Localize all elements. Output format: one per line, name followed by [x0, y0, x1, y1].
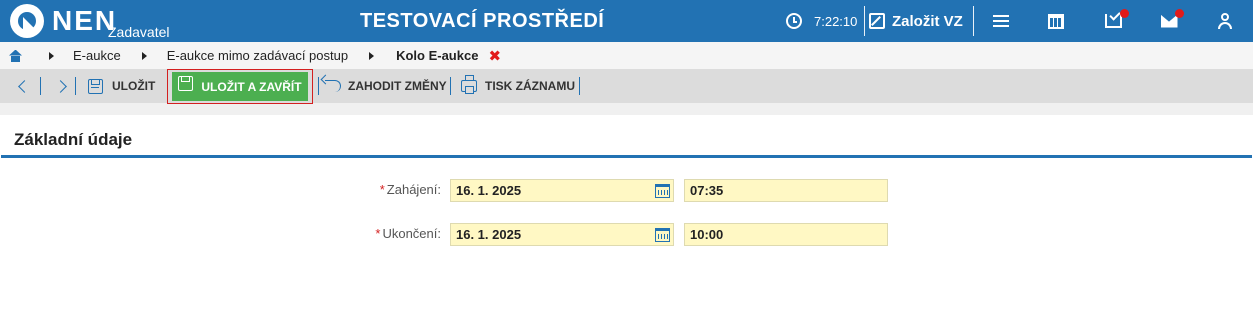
logo-icon	[10, 4, 44, 38]
discard-label: ZAHODIT ZMĚNY	[348, 79, 447, 93]
breadcrumb-item-e-aukce[interactable]: E-aukce	[73, 48, 121, 63]
toolbar-divider	[579, 77, 580, 95]
save-close-label: ULOŽIT A ZAVŘÍT	[201, 79, 302, 94]
toolbar-divider	[450, 77, 451, 95]
forward-button[interactable]	[50, 69, 70, 103]
home-icon[interactable]	[9, 50, 22, 62]
start-label-text: Zahájení:	[386, 182, 441, 197]
start-date-picker-button[interactable]	[652, 179, 673, 202]
save-label: ULOŽIT	[112, 79, 156, 93]
toolbar-divider	[40, 77, 41, 95]
notification-badge	[1175, 9, 1184, 18]
printer-icon	[461, 75, 477, 94]
inbox-button[interactable]	[1093, 0, 1133, 42]
end-label-text: Ukončení:	[382, 226, 441, 241]
chevron-left-icon	[17, 79, 31, 93]
save-and-close-button[interactable]: ULOŽIT A ZAVŘÍT	[172, 72, 308, 101]
save-button[interactable]: ULOŽIT	[88, 69, 155, 103]
toolbar-divider	[75, 77, 76, 95]
user-button[interactable]	[1205, 0, 1245, 42]
nen-logo[interactable]: NEN	[10, 4, 117, 38]
close-tab-icon[interactable]: ✖	[488, 47, 501, 65]
session-time: 7:22:10	[814, 13, 858, 29]
menu-button[interactable]	[981, 0, 1021, 42]
inbox-tray-icon	[1104, 14, 1122, 28]
calendar-icon	[655, 183, 670, 198]
end-date-picker-button[interactable]	[652, 223, 673, 246]
start-date-field[interactable]	[450, 179, 674, 202]
create-tender-label: Založit VZ	[892, 12, 963, 30]
top-bar: NEN Zadavatel TESTOVACÍ PROSTŘEDÍ 7:22:1…	[0, 0, 1253, 42]
floppy-disk-icon	[88, 78, 103, 94]
end-label: * Ukončení:	[241, 226, 441, 241]
breadcrumb-item-e-aukce-mimo[interactable]: E-aukce mimo zadávací postup	[167, 48, 348, 63]
undo-icon	[325, 80, 341, 92]
logo-subtitle: Zadavatel	[108, 24, 170, 40]
header-divider	[864, 6, 865, 36]
session-timer: 7:22:10	[786, 0, 857, 42]
breadcrumb-arrow-icon	[369, 51, 375, 60]
user-icon	[1218, 13, 1232, 29]
create-tender-button[interactable]: Založit VZ	[869, 0, 963, 42]
edit-icon	[869, 13, 885, 29]
breadcrumb-arrow-icon	[141, 51, 147, 60]
toolbar-divider	[318, 77, 319, 95]
required-mark: *	[375, 226, 381, 241]
breadcrumb: E-aukce E-aukce mimo zadávací postup Kol…	[0, 42, 1253, 69]
breadcrumb-current: Kolo E-aukce	[396, 48, 479, 63]
print-record-button[interactable]: TISK ZÁZNAMU	[461, 69, 575, 103]
required-mark: *	[379, 182, 385, 197]
back-button[interactable]	[14, 69, 34, 103]
start-time-field[interactable]	[684, 179, 888, 202]
end-time-field[interactable]	[684, 223, 888, 246]
basic-info-panel: Základní údaje *Zahájení: *Ukončení:	[0, 115, 1253, 324]
discard-changes-button[interactable]: ZAHODIT ZMĚNY	[325, 69, 447, 103]
breadcrumb-arrow-icon	[49, 51, 54, 60]
save-close-highlight: ULOŽIT A ZAVŘÍT	[167, 69, 313, 104]
chevron-right-icon	[53, 79, 67, 93]
print-label: TISK ZÁZNAMU	[485, 79, 575, 93]
environment-title: TESTOVACÍ PROSTŘEDÍ	[360, 10, 605, 32]
end-date-field[interactable]	[450, 223, 674, 246]
calendar-icon	[1048, 13, 1064, 29]
calendar-icon	[655, 227, 670, 242]
messages-button[interactable]	[1149, 0, 1189, 42]
calendar-button[interactable]	[1036, 0, 1076, 42]
section-title: Základní údaje	[14, 130, 133, 149]
start-label: * Zahájení:	[241, 182, 441, 197]
section-underline	[1, 155, 1252, 158]
notification-badge	[1120, 9, 1129, 18]
floppy-disk-icon	[178, 76, 194, 91]
clock-icon	[786, 13, 802, 29]
hamburger-menu-icon	[993, 15, 1009, 27]
header-divider	[973, 6, 974, 36]
mail-icon	[1160, 14, 1178, 28]
